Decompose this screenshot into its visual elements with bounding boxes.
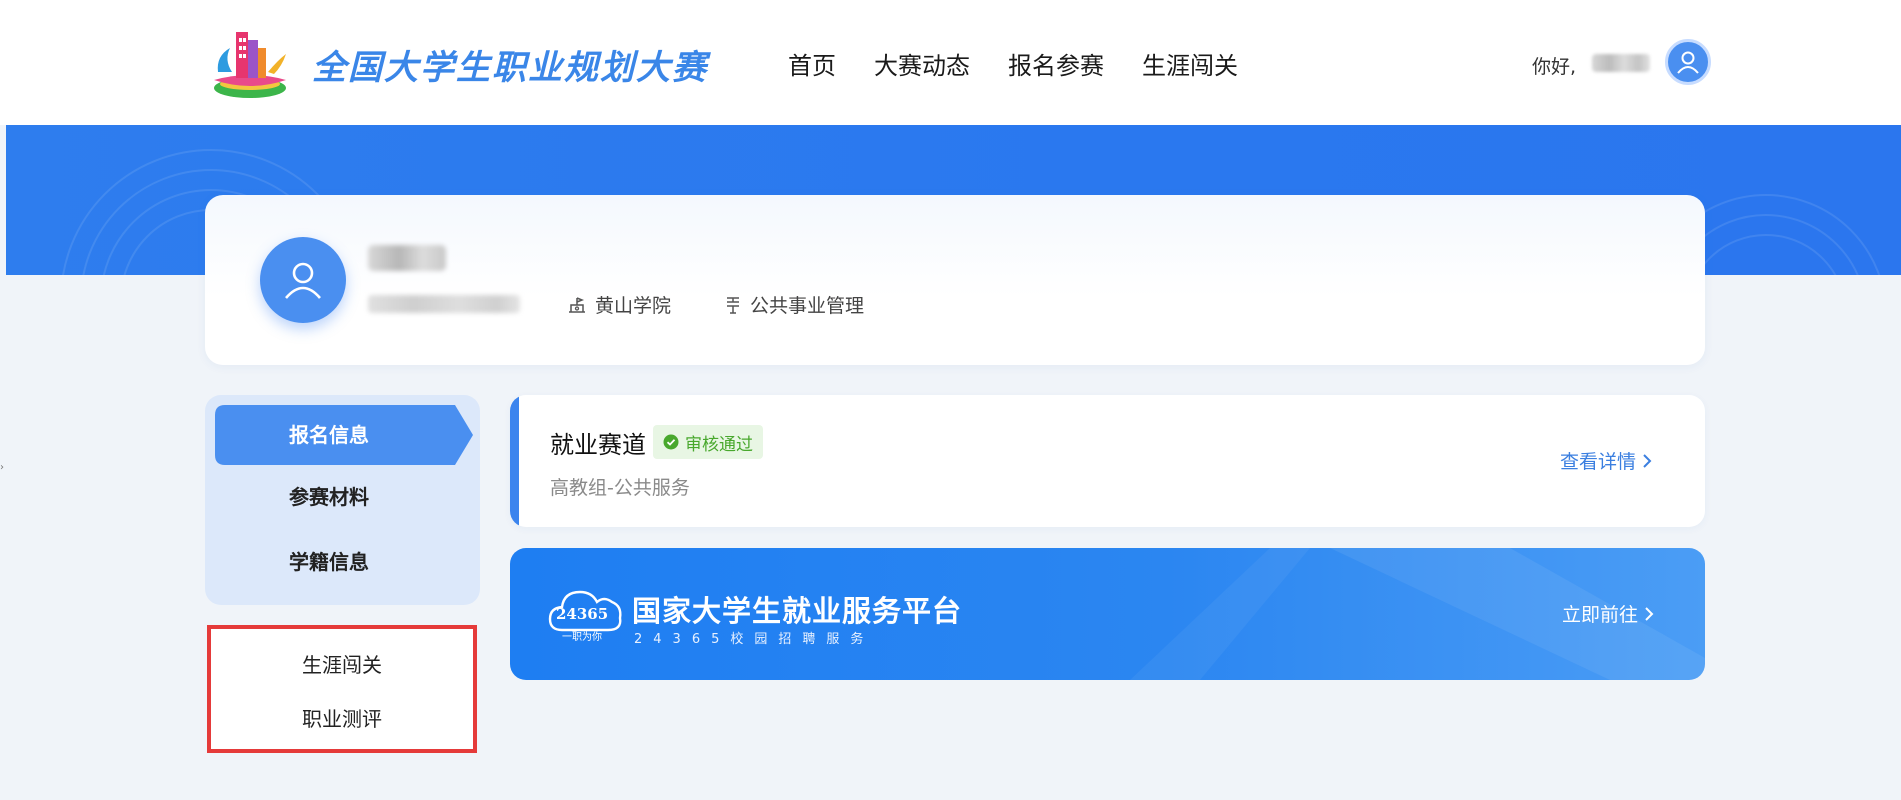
student-name-redacted <box>368 245 446 271</box>
nav-news[interactable]: 大赛动态 <box>874 46 970 81</box>
profile-card: 黄山学院 公共事业管理 <box>205 195 1705 365</box>
competition-logo-icon[interactable] <box>210 26 290 102</box>
status-badge: 审核通过 <box>653 425 763 459</box>
major-name: 公共事业管理 <box>750 295 865 317</box>
top-header: 全国大学生职业规划大赛 首页 大赛动态 报名参赛 生涯闯关 你好, <box>0 0 1901 125</box>
site-title[interactable]: 全国大学生职业规划大赛 <box>312 40 708 89</box>
go-now-link[interactable]: 立即前往 <box>1562 600 1654 627</box>
school-name: 黄山学院 <box>595 295 672 317</box>
major-icon <box>727 296 739 314</box>
track-group: 高教组-公共服务 <box>550 477 690 499</box>
track-card: 就业赛道 审核通过 高教组-公共服务 查看详情 <box>510 395 1705 527</box>
track-title: 就业赛道 <box>550 431 646 459</box>
profile-avatar <box>260 237 346 323</box>
menu-item-materials[interactable]: 参赛材料 <box>215 472 443 522</box>
nav-register[interactable]: 报名参赛 <box>1008 46 1104 81</box>
school-info: 黄山学院 <box>567 291 671 318</box>
card-accent-bar <box>510 395 519 527</box>
user-icon <box>285 262 321 299</box>
menu-item-student-status[interactable]: 学籍信息 <box>215 537 443 587</box>
major-info: 公共事业管理 <box>724 291 864 318</box>
platform-logo-number: 24365 <box>556 605 609 623</box>
view-details-label: 查看详情 <box>1560 451 1637 473</box>
go-now-label: 立即前往 <box>1562 604 1639 626</box>
check-circle-icon <box>663 434 679 450</box>
platform-logo-tag: 一职为你 <box>562 632 602 643</box>
chevron-right-icon <box>1645 606 1654 621</box>
view-details-link[interactable]: 查看详情 <box>1560 447 1652 474</box>
user-avatar[interactable] <box>1665 39 1711 85</box>
menu-item-registration-info[interactable]: 报名信息 <box>215 405 473 465</box>
greeting-text: 你好, <box>1532 56 1577 78</box>
school-icon <box>569 296 585 313</box>
menu-item-career-assessment[interactable]: 职业测评 <box>211 697 473 741</box>
user-name-redacted <box>1592 54 1650 72</box>
menu-item-label: 报名信息 <box>289 423 369 447</box>
student-id-redacted <box>368 295 520 313</box>
chevron-right-icon <box>1643 453 1652 468</box>
left-edge-marker-icon: › <box>0 462 4 473</box>
menu-item-career-challenge[interactable]: 生涯闯关 <box>211 643 473 687</box>
nav-home[interactable]: 首页 <box>788 46 836 81</box>
main-nav: 首页 大赛动态 报名参赛 生涯闯关 <box>788 46 1238 81</box>
employment-platform-banner[interactable]: 24365 一职为你 国家大学生就业服务平台 24365校园招聘服务 立即前往 <box>510 548 1705 680</box>
platform-title: 国家大学生就业服务平台 <box>632 594 963 628</box>
side-menu: 报名信息 参赛材料 学籍信息 <box>205 395 480 605</box>
nav-career-challenge[interactable]: 生涯闯关 <box>1142 46 1238 81</box>
status-text: 审核通过 <box>685 434 753 455</box>
platform-subtitle: 24365校园招聘服务 <box>634 632 875 647</box>
highlighted-extra-menu: 生涯闯关 职业测评 <box>207 625 477 753</box>
user-icon <box>1677 51 1699 74</box>
